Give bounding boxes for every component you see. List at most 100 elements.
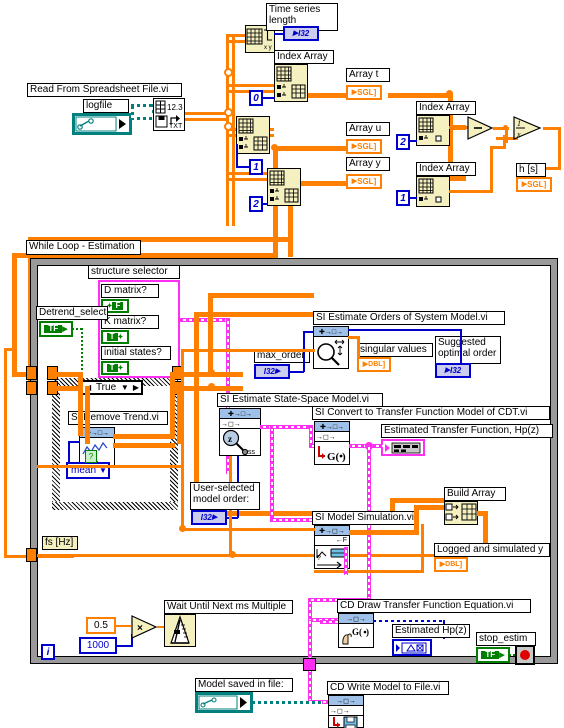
case-selector-terminal[interactable]: ? — [85, 450, 97, 463]
terminal-time-series-length[interactable]: ▶ I32 — [283, 26, 319, 41]
wire-y-to-ss — [211, 386, 243, 391]
wire-junction-recip — [503, 125, 508, 130]
terminal-suggested-optimal-order[interactable]: ▶ I32 — [435, 363, 471, 378]
connector-pane: →◻→ — [329, 696, 363, 706]
reciprocal-operator[interactable]: 1 x — [512, 115, 542, 141]
file-path-control[interactable] — [72, 113, 132, 135]
wire-model-path — [252, 701, 322, 704]
label-wait-until-next-ms: Wait Until Next ms Multiple — [164, 600, 293, 614]
constant-half[interactable]: 0.5 — [86, 617, 116, 634]
terminal-estimated-hp-z[interactable] — [392, 639, 432, 656]
terminal-array-y[interactable]: ▶ SGL] — [346, 174, 382, 189]
wire-y-into-loop-v — [288, 237, 293, 257]
reciprocal-operator-icon: 1 x — [513, 116, 542, 140]
wire-trunk-down2 — [232, 116, 235, 226]
wire-u-to-ss — [211, 372, 243, 377]
index-array-icon — [276, 66, 306, 99]
index-array-node-1[interactable] — [274, 64, 308, 102]
wait-until-next-ms-node[interactable] — [164, 614, 196, 647]
connector-pane-2: →◻→ — [220, 419, 260, 429]
read-spreadsheet-node[interactable]: 12.3 TXT — [153, 98, 185, 131]
label-index-array-5: Index Array — [416, 162, 476, 176]
case-next-arrow[interactable]: ▶ — [131, 383, 141, 392]
constant-index-1b[interactable]: 1 — [396, 190, 410, 206]
label-while-loop-title: While Loop - Estimation — [26, 240, 141, 255]
svg-text:12.3: 12.3 — [167, 103, 183, 112]
constant-index-1a[interactable]: 1 — [249, 159, 263, 175]
label-si-estimate-ss: SI Estimate State-Space Model.vi — [217, 393, 383, 407]
constant-index-2b[interactable]: 2 — [396, 134, 410, 150]
terminal-h-s[interactable]: ▶ SGL] — [516, 177, 552, 192]
wire-ss-to-sim — [270, 518, 312, 522]
boolean-initial-states[interactable]: T ✦ — [101, 361, 129, 375]
wire-fs-4 — [4, 450, 7, 557]
label-logfile: logfile — [83, 99, 129, 113]
boolean-k-matrix[interactable]: T ✦ — [101, 330, 129, 344]
svg-text:G(: G( — [352, 627, 362, 637]
loop-tunnel-u[interactable] — [26, 366, 37, 380]
wire-maxorder-h — [289, 371, 304, 373]
index-array-node-5[interactable] — [416, 176, 450, 207]
wire-arrayy — [308, 181, 346, 186]
draw-equation-icon: G( ) — [342, 627, 369, 645]
terminal-logged-and-simulated-y[interactable]: ▶ DBL] — [434, 557, 468, 572]
terminal-max-order[interactable]: I32 ▶ — [254, 364, 290, 379]
subtract-operator-icon — [467, 116, 494, 140]
si-estimate-orders-node[interactable]: ✚→□→ — [313, 326, 349, 369]
wire-u-to-orders — [208, 293, 314, 298]
boolean-stop-estim[interactable]: TF ▶ — [476, 647, 510, 663]
wire-case-out-u-v — [170, 372, 175, 436]
terminal-array-u[interactable]: ▶ SGL] — [346, 139, 382, 154]
constant-index-2a[interactable]: 2 — [249, 196, 263, 212]
label-suggested-optimal-order: Suggested optimal order — [435, 336, 501, 364]
si-convert-transfer-function-node[interactable]: ✚→□→ →◻→ G( ) — [314, 421, 350, 465]
label-k-matrix: K matrix? — [101, 315, 159, 329]
wire-junction-order — [179, 525, 186, 532]
transfer-function-icon: G( ) — [318, 446, 346, 463]
wire-build-h — [390, 498, 446, 503]
state-space-key-icon: z ss — [222, 429, 256, 456]
label-singular-values: singular values — [357, 343, 433, 357]
label-si-convert-tf: SI Convert to Transfer Function Model of… — [312, 406, 550, 420]
label-read-spreadsheet: Read From Spreadsheet File.vi — [27, 83, 182, 97]
label-index-array-4: Index Array — [416, 101, 476, 115]
loop-iteration-terminal: i — [41, 644, 55, 660]
label-build-array: Build Array — [444, 487, 506, 501]
estimate-orders-icon — [317, 339, 345, 366]
case-selector-true[interactable]: ◀ True ▼ ▶ — [81, 380, 143, 395]
boolean-detrend-select[interactable]: TF ▶ — [39, 321, 73, 337]
wire-half — [116, 625, 131, 627]
stop-button[interactable] — [515, 645, 535, 665]
wire-sim-out-h — [349, 530, 419, 535]
wire-case-u-v — [78, 372, 83, 436]
terminal-user-selected-model-order[interactable]: I32 ▶ — [191, 510, 227, 525]
wire-idx0 — [262, 97, 275, 99]
wire-arrayu-h — [273, 146, 308, 151]
multiply-operator-icon: × — [131, 615, 158, 639]
wire-junction-3 — [224, 122, 233, 131]
wire-path-2 — [131, 106, 134, 119]
terminal-singular-values[interactable]: ▶ DBL] — [357, 357, 391, 372]
terminal-estimated-transfer-function[interactable] — [381, 439, 425, 456]
loop-tunnel-fs[interactable] — [26, 548, 37, 562]
constant-1000[interactable]: 1000 — [79, 637, 117, 654]
wire-idx1a-h — [236, 166, 250, 168]
wire-singular-v — [357, 336, 360, 358]
terminal-array-t[interactable]: ▶ SGL] — [346, 85, 382, 100]
cd-write-model-to-file-node[interactable]: →◻→ →◻→ — [328, 695, 364, 728]
index-array-node-2[interactable] — [236, 116, 270, 154]
build-array-node[interactable] — [444, 501, 478, 525]
si-estimate-state-space-node[interactable]: ✚→□→ →◻→ z ss — [219, 408, 261, 456]
label-si-estimate-orders: SI Estimate Orders of System Model.vi — [313, 311, 505, 325]
case-dropdown-arrow[interactable]: ▼ — [119, 383, 131, 392]
index-array-node-3[interactable] — [267, 168, 301, 206]
wire-trend-out-y — [113, 443, 175, 448]
model-saved-path-control[interactable] — [195, 692, 253, 713]
subtract-operator[interactable] — [466, 115, 494, 141]
multiply-operator[interactable]: × — [130, 614, 158, 640]
constant-index-0[interactable]: 0 — [249, 90, 263, 106]
loop-tunnel-model[interactable] — [303, 658, 316, 671]
cd-draw-transfer-function-node[interactable]: →◻→ G( ) — [338, 613, 374, 648]
index-array-node-4[interactable] — [416, 115, 450, 146]
loop-tunnel-y[interactable] — [26, 381, 37, 395]
